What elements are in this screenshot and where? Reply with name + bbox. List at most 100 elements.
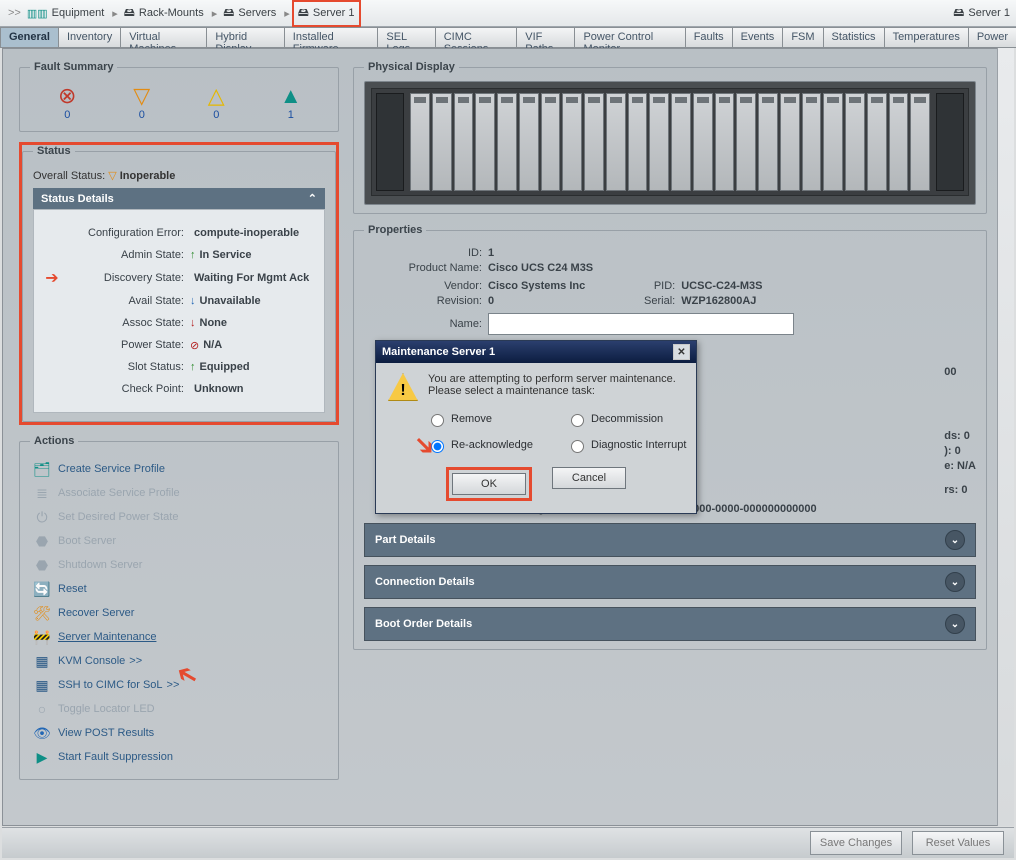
action-reset[interactable]: 🔄 Reset — [30, 577, 328, 601]
dialog-title: Maintenance Server 1 — [382, 346, 495, 358]
dialog-titlebar[interactable]: Maintenance Server 1 ✕ — [376, 341, 696, 363]
tab-hybrid-display[interactable]: Hybrid Display — [206, 27, 284, 47]
drive-bay[interactable] — [475, 93, 495, 191]
tab-vif-paths[interactable]: VIF Paths — [516, 27, 575, 47]
drive-bay[interactable] — [693, 93, 713, 191]
drive-bay[interactable] — [432, 93, 452, 191]
tab-sel-logs[interactable]: SEL Logs — [377, 27, 435, 47]
breadcrumb-server1[interactable]: 🖴 Server 1 — [292, 0, 361, 27]
drive-bay[interactable] — [910, 93, 930, 191]
dialog-msg-2: Please select a maintenance task: — [428, 385, 676, 397]
vertical-scrollbar[interactable] — [997, 48, 1014, 826]
drive-bay[interactable] — [519, 93, 539, 191]
status-row: ➔ Discovery State: Waiting For Mgmt Ack — [44, 268, 314, 288]
tab-power-control-monitor[interactable]: Power Control Monitor — [574, 27, 685, 47]
drive-bay[interactable] — [649, 93, 669, 191]
tab-general[interactable]: General — [0, 27, 59, 47]
close-icon[interactable]: ✕ — [673, 344, 690, 360]
maint-option-re-acknowledge[interactable]: Re-acknowledge — [426, 437, 566, 453]
drive-bay[interactable] — [715, 93, 735, 191]
status-details-header[interactable]: Status Details ⌃ — [33, 188, 325, 209]
physical-display-title: Physical Display — [364, 61, 459, 73]
drive-bay[interactable] — [823, 93, 843, 191]
prop-rev-v: 0 — [488, 295, 494, 307]
maint-option-remove[interactable]: Remove — [426, 411, 566, 427]
tab-power[interactable]: Power — [968, 27, 1016, 47]
tab-cimc-sessions[interactable]: CIMC Sessions — [435, 27, 518, 47]
drive-bay[interactable] — [454, 93, 474, 191]
drive-bay[interactable] — [867, 93, 887, 191]
breadcrumb-rackmounts[interactable]: 🖴 Rack-Mounts — [120, 2, 208, 25]
drive-bay[interactable] — [410, 93, 430, 191]
cancel-button[interactable]: Cancel — [552, 467, 626, 489]
tab-inventory[interactable]: Inventory — [58, 27, 121, 47]
collapse-icon: ⌃ — [308, 192, 317, 205]
tab-installed-firmware[interactable]: Installed Firmware — [284, 27, 379, 47]
radio-input[interactable] — [571, 414, 584, 427]
drive-bay[interactable] — [541, 93, 561, 191]
drive-bay[interactable] — [562, 93, 582, 191]
action-start-fault-suppression[interactable]: ▶ Start Fault Suppression — [30, 745, 328, 769]
action-toggle-locator-led: ○ Toggle Locator LED — [30, 697, 328, 721]
server-chassis[interactable] — [364, 81, 976, 205]
accordion-title: Part Details — [375, 534, 436, 546]
fault-count: 1 — [288, 109, 294, 121]
annotation-arrow-icon: ➔ — [44, 268, 60, 288]
drive-bay[interactable] — [628, 93, 648, 191]
chevron-down-icon: ⌄ — [945, 614, 965, 634]
drive-bay[interactable] — [736, 93, 756, 191]
action-ssh-to-cimc-for-sol[interactable]: ▦ SSH to CIMC for SoL >> — [30, 673, 328, 697]
action-label: Recover Server — [58, 607, 134, 619]
tab-virtual-machines[interactable]: Virtual Machines — [120, 27, 207, 47]
fault-critical-icon[interactable]: ⊗ 0 — [37, 85, 97, 121]
status-glyph-icon: ↑ — [190, 249, 196, 261]
status-value: Unavailable — [200, 295, 261, 307]
drive-bay[interactable] — [889, 93, 909, 191]
fault-warning-icon[interactable]: ▲ 1 — [261, 85, 321, 121]
accordion-boot-order-details[interactable]: Boot Order Details ⌄ — [364, 607, 976, 641]
drive-bay[interactable] — [671, 93, 691, 191]
maint-option-decommission[interactable]: Decommission — [566, 411, 726, 427]
drive-bay[interactable] — [802, 93, 822, 191]
drive-bay[interactable] — [758, 93, 778, 191]
save-changes-button[interactable]: Save Changes — [810, 831, 902, 855]
server-icon: 🖴 — [953, 4, 964, 23]
chevron-down-icon: ⌄ — [945, 572, 965, 592]
fault-summary-title: Fault Summary — [30, 61, 117, 73]
tab-fsm[interactable]: FSM — [782, 27, 823, 47]
breadcrumb-equipment[interactable]: ▥▥ Equipment — [23, 5, 108, 22]
accordion-connection-details[interactable]: Connection Details ⌄ — [364, 565, 976, 599]
option-label: Decommission — [591, 413, 663, 425]
drive-bay[interactable] — [780, 93, 800, 191]
fault-major-icon[interactable]: ▽ 0 — [112, 85, 172, 121]
drive-bay[interactable] — [497, 93, 517, 191]
action-kvm-console[interactable]: ▦ KVM Console >> — [30, 649, 328, 673]
reset-values-button[interactable]: Reset Values — [912, 831, 1004, 855]
action-create-service-profile[interactable]: 🗂 Create Service Profile — [30, 457, 328, 481]
tab-statistics[interactable]: Statistics — [823, 27, 885, 47]
action-server-maintenance[interactable]: 🚧 Server Maintenance — [30, 625, 328, 649]
drive-bay[interactable] — [584, 93, 604, 191]
warning-icon: ▲ — [280, 85, 302, 107]
radio-input[interactable] — [571, 440, 584, 453]
accordion-part-details[interactable]: Part Details ⌄ — [364, 523, 976, 557]
action-recover-server[interactable]: 🛠 Recover Server — [30, 601, 328, 625]
radio-input[interactable] — [431, 440, 444, 453]
tab-temperatures[interactable]: Temperatures — [884, 27, 969, 47]
maint-option-diagnostic-interrupt[interactable]: Diagnostic Interrupt — [566, 437, 726, 453]
action-view-post-results[interactable]: 👁 View POST Results — [30, 721, 328, 745]
action-label: Shutdown Server — [58, 559, 142, 571]
option-label: Remove — [451, 413, 492, 425]
fault-minor-icon[interactable]: △ 0 — [186, 85, 246, 121]
ok-button[interactable]: OK — [452, 473, 526, 495]
status-key: Power State: — [64, 339, 184, 351]
name-input[interactable] — [488, 313, 794, 335]
tab-faults[interactable]: Faults — [685, 27, 733, 47]
drive-bay[interactable] — [606, 93, 626, 191]
warning-icon: ! — [388, 373, 418, 401]
boot-icon: ⬣ — [32, 533, 52, 549]
tab-events[interactable]: Events — [732, 27, 784, 47]
drive-bay[interactable] — [845, 93, 865, 191]
radio-input[interactable] — [431, 414, 444, 427]
breadcrumb-servers[interactable]: 🖴 Servers — [219, 2, 280, 25]
